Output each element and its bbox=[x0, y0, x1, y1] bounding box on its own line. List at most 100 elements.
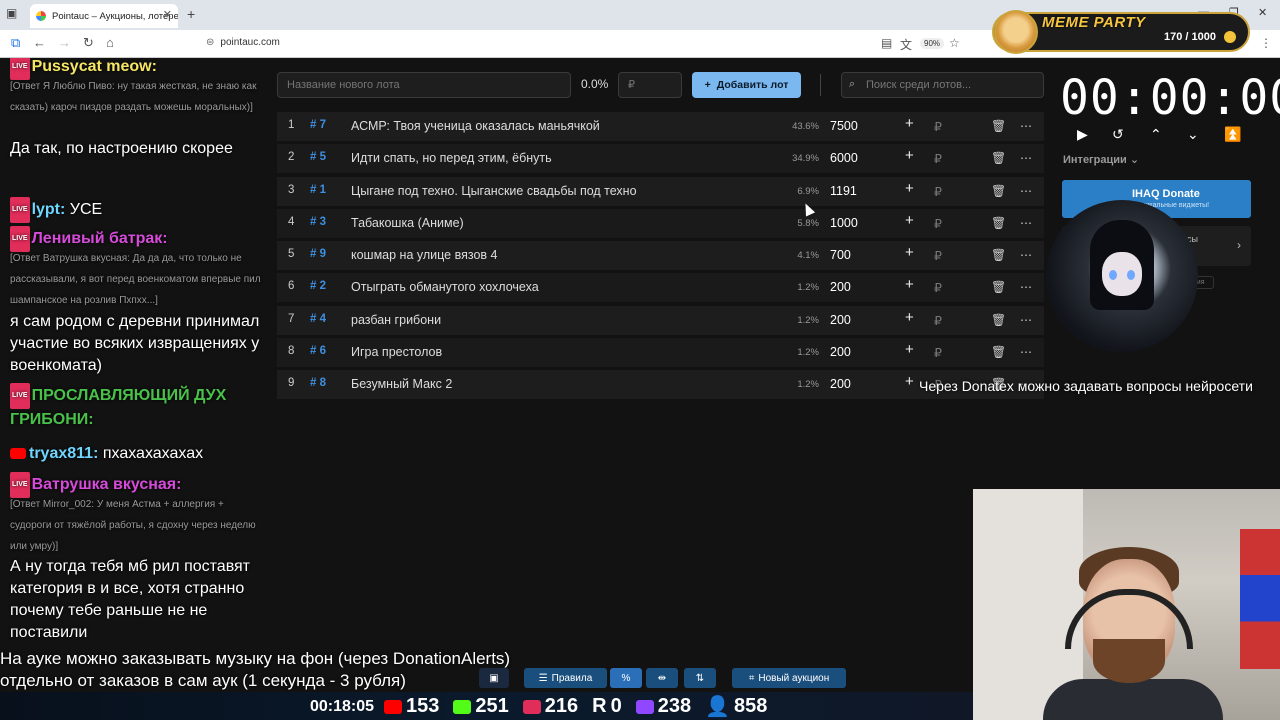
forward-icon[interactable]: → bbox=[58, 35, 71, 50]
translate-icon[interactable]: 文 bbox=[900, 36, 912, 53]
kick-icon bbox=[453, 699, 472, 714]
ruble-icon: ₽ bbox=[934, 346, 942, 361]
close-tab-icon[interactable]: ✕ bbox=[163, 8, 172, 21]
back-icon[interactable]: ← bbox=[33, 35, 46, 50]
lot-row[interactable]: 4 # 3 Табакошка (Аниме) 5.8% 1000 + ₽ 🗑 ⋯ bbox=[277, 208, 1044, 238]
lot-amount[interactable]: 700 bbox=[830, 248, 851, 262]
add-time-icon[interactable]: ⏫ bbox=[1224, 126, 1241, 143]
add-amount-icon[interactable]: + bbox=[905, 244, 914, 261]
browser-tab[interactable]: Pointauc – Аукционы, лотереи ✕ bbox=[30, 4, 178, 28]
lot-row[interactable]: 3 # 1 Цыгане под техно. Цыганские свадьбы … bbox=[277, 176, 1044, 206]
trash-icon[interactable]: 🗑 bbox=[991, 184, 1006, 198]
split-icon[interactable]: ⇹ bbox=[646, 668, 678, 688]
add-amount-icon[interactable]: + bbox=[905, 147, 914, 164]
lot-amount[interactable]: 6000 bbox=[830, 151, 858, 165]
reset-icon[interactable]: ↺ bbox=[1112, 126, 1124, 143]
play-icon[interactable]: ▶ bbox=[1077, 126, 1088, 143]
trash-icon[interactable]: 🗑 bbox=[991, 248, 1006, 262]
integrations-dropdown[interactable]: Интеграции ⌄ bbox=[1063, 153, 1139, 166]
more-options-icon[interactable]: ⋯ bbox=[1020, 119, 1032, 133]
site-info-icon[interactable]: ⊜ bbox=[206, 37, 214, 48]
add-amount-icon[interactable]: + bbox=[905, 212, 914, 229]
new-lot-name-input[interactable] bbox=[277, 72, 571, 98]
lot-name[interactable]: кошмар на улице вязов 4 bbox=[351, 248, 497, 262]
home-icon[interactable]: ⌂ bbox=[106, 35, 114, 50]
more-options-icon[interactable]: ⋯ bbox=[1020, 216, 1032, 230]
lot-amount[interactable]: 1191 bbox=[830, 184, 857, 198]
lot-name[interactable]: Игра престолов bbox=[351, 345, 442, 359]
more-options-icon[interactable]: ⋯ bbox=[1020, 345, 1032, 359]
reload-icon[interactable]: ↻ bbox=[83, 35, 94, 51]
save-icon[interactable]: ▣ bbox=[479, 668, 509, 688]
lot-id: # 9 bbox=[310, 248, 326, 261]
bookmark-star-icon[interactable]: ☆ bbox=[949, 36, 960, 50]
address-bar[interactable]: ⊜ pointauc.com bbox=[206, 37, 280, 48]
lot-amount[interactable]: 200 bbox=[830, 280, 851, 294]
youtube-icon bbox=[10, 448, 26, 460]
search-placeholder: Поиск среди лотов... bbox=[866, 79, 972, 91]
more-options-icon[interactable]: ⋯ bbox=[1020, 151, 1032, 165]
lot-name[interactable]: разбан грибони bbox=[351, 313, 441, 327]
decrease-time-icon[interactable]: ⌄ bbox=[1187, 126, 1199, 143]
sidebar-icon[interactable]: ⧉ bbox=[11, 35, 20, 51]
lot-name[interactable]: Отыграть обманутого хохлочеха bbox=[351, 280, 539, 294]
lot-name[interactable]: Идти спать, но перед этим, ёбнуть bbox=[351, 151, 552, 165]
lot-amount[interactable]: 200 bbox=[830, 377, 851, 391]
trash-icon[interactable]: 🗑 bbox=[991, 151, 1006, 165]
add-lot-button[interactable]: + Добавить лот bbox=[692, 72, 801, 98]
sort-icon[interactable]: ⇅ bbox=[684, 668, 716, 688]
zoom-level[interactable]: 90% bbox=[920, 38, 945, 49]
new-tab-icon[interactable]: + bbox=[187, 6, 195, 22]
chat-reply-text: [Ответ Я Люблю Пиво: ну такая жесткая, н… bbox=[10, 81, 257, 113]
add-amount-icon[interactable]: + bbox=[905, 180, 914, 197]
lot-amount[interactable]: 200 bbox=[830, 313, 851, 327]
new-auction-button[interactable]: ⌗ Новый аукцион bbox=[732, 668, 846, 688]
chat-text: Да так, по настроению скорее bbox=[10, 140, 233, 157]
lot-amount[interactable]: 1000 bbox=[830, 216, 858, 230]
subtitle-line: На ауке можно заказывать музыку на фон (… bbox=[0, 649, 511, 668]
lot-name[interactable]: Безумный Макс 2 bbox=[351, 377, 452, 391]
more-options-icon[interactable]: ⋯ bbox=[1020, 184, 1032, 198]
add-amount-icon[interactable]: + bbox=[905, 115, 914, 132]
more-options-icon[interactable]: ⋯ bbox=[1020, 248, 1032, 262]
trash-icon[interactable]: 🗑 bbox=[991, 119, 1006, 133]
menu-dots-icon[interactable]: ⋮ bbox=[1260, 36, 1272, 50]
reader-icon[interactable]: ▤ bbox=[881, 36, 892, 50]
lot-search[interactable]: ⌕ Поиск среди лотов... bbox=[841, 72, 1044, 98]
lot-row[interactable]: 6 # 2 Отыграть обманутого хохлочеха 1.2% 200… bbox=[277, 273, 1044, 303]
lot-id: # 7 bbox=[310, 119, 326, 131]
add-amount-icon[interactable]: + bbox=[905, 309, 914, 326]
lot-percent: 5.8% bbox=[797, 217, 819, 229]
lot-amount[interactable]: 200 bbox=[830, 345, 851, 359]
more-options-icon[interactable]: ⋯ bbox=[1020, 313, 1032, 327]
tts-message: Через Donatex можно задавать вопросы ней… bbox=[919, 378, 1253, 394]
rules-button[interactable]: ☰ Правила bbox=[524, 668, 607, 688]
lot-amount[interactable]: 7500 bbox=[830, 119, 858, 133]
trash-icon[interactable]: 🗑 bbox=[991, 216, 1006, 230]
lot-name[interactable]: Табакошка (Аниме) bbox=[351, 216, 464, 230]
youtube-icon bbox=[384, 699, 403, 714]
lot-number: 3 bbox=[288, 183, 295, 196]
lot-percent: 1.2% bbox=[797, 347, 819, 359]
lot-row[interactable]: 5 # 9 кошмар на улице вязов 4 4.1% 700 + ₽ 🗑 ⋯ bbox=[277, 241, 1044, 271]
trash-icon[interactable]: 🗑 bbox=[991, 313, 1006, 327]
chat-text: А ну тогда тебя мб рил поставят категори… bbox=[10, 558, 250, 641]
lot-row[interactable]: 2 # 5 Идти спать, но перед этим, ёбнуть 34.… bbox=[277, 144, 1044, 174]
close-window-icon[interactable]: ✕ bbox=[1258, 6, 1267, 19]
trash-icon[interactable]: 🗑 bbox=[991, 280, 1006, 294]
lot-name[interactable]: АСМР: Твоя ученица оказалась маньячкой bbox=[351, 119, 600, 133]
add-amount-icon[interactable]: + bbox=[905, 341, 914, 358]
percent-toggle[interactable]: % bbox=[610, 668, 642, 688]
add-amount-icon[interactable]: + bbox=[905, 373, 914, 390]
tab-menu-icon[interactable]: ▣ bbox=[6, 6, 17, 20]
r-viewers: 0 bbox=[610, 695, 622, 717]
lot-row[interactable]: 8 # 6 Игра престолов 1.2% 200 + ₽ 🗑 ⋯ bbox=[277, 338, 1044, 368]
lot-amount-input[interactable] bbox=[618, 72, 682, 98]
more-options-icon[interactable]: ⋯ bbox=[1020, 280, 1032, 294]
lot-name[interactable]: Цыгане под техно. Цыганские свадьбы под … bbox=[351, 184, 637, 198]
lot-row[interactable]: 1 # 7 АСМР: Твоя ученица оказалась маньячк… bbox=[277, 112, 1044, 141]
lot-row[interactable]: 7 # 4 разбан грибони 1.2% 200 + ₽ 🗑 ⋯ bbox=[277, 305, 1044, 335]
add-amount-icon[interactable]: + bbox=[905, 276, 914, 293]
trash-icon[interactable]: 🗑 bbox=[991, 345, 1006, 359]
increase-time-icon[interactable]: ⌃ bbox=[1150, 126, 1162, 143]
